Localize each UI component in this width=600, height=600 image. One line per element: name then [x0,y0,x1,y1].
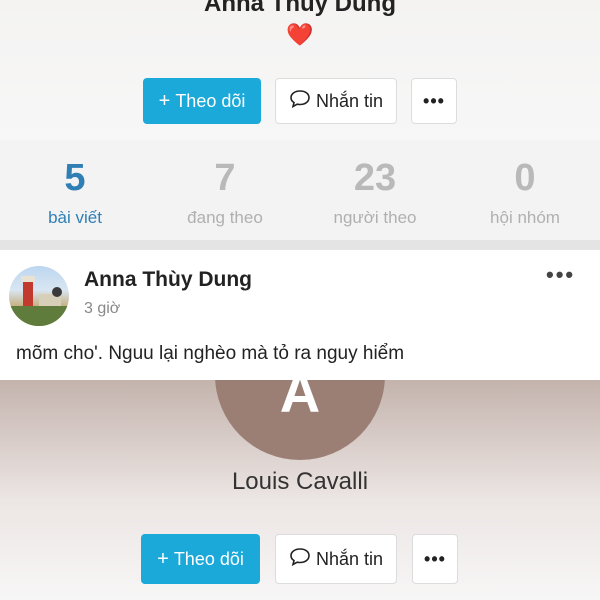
post-author-avatar[interactable] [9,266,69,326]
stat-value: 23 [353,157,397,199]
profile-stats: 5 bài viết 7 đang theo 23 người theo 0 h… [0,140,600,240]
top-profile-header: Anna Thùy Dung ❤️ + Theo dõi Nhắn tin ••… [0,0,600,140]
profile-name: Anna Thùy Dung [204,0,396,17]
chat-bubble-icon [289,89,311,114]
follow-label: Theo dõi [173,548,244,569]
follow-button[interactable]: + Theo dõi [143,78,261,124]
more-options-button[interactable]: ••• [412,534,458,584]
post-author-name[interactable]: Anna Thùy Dung [84,268,252,292]
stat-label: hội nhóm [490,208,560,227]
message-button[interactable]: Nhắn tin [275,534,397,584]
profile-avatar[interactable]: A [215,380,385,460]
post-timestamp: 3 giờ [84,300,121,317]
stat-value: 0 [514,157,536,199]
message-label: Nhắn tin [315,90,384,111]
heart-icon: ❤️ [286,22,314,47]
plus-icon: + [158,89,171,112]
message-label: Nhắn tin [315,548,384,569]
message-button[interactable]: Nhắn tin [275,78,397,124]
follow-label: Theo dõi [175,90,246,111]
more-icon: ••• [423,90,445,111]
stat-label: đang theo [187,208,263,227]
bottom-profile-header: A Louis Cavalli + Theo dõi Nhắn tin ••• [0,380,600,600]
post-more-icon[interactable]: ••• [546,262,575,288]
plus-icon: + [157,547,169,570]
stat-label: bài viết [48,208,102,227]
avatar-letter: A [279,380,321,424]
profile-name: Louis Cavalli [231,468,369,495]
stat-value: 7 [214,157,236,199]
stat-value: 5 [64,157,86,199]
stat-groups[interactable]: 0 hội nhóm [450,140,600,240]
stat-following[interactable]: 7 đang theo [150,140,300,240]
stat-followers[interactable]: 23 người theo [300,140,450,240]
follow-button[interactable]: + Theo dõi [141,534,260,584]
post-card: Anna Thùy Dung 3 giờ ••• mõm cho'. Nguu … [0,250,600,380]
more-options-button[interactable]: ••• [411,78,457,124]
section-divider [0,240,600,250]
stat-posts[interactable]: 5 bài viết [0,140,150,240]
chat-bubble-icon [289,547,311,572]
post-content: mõm cho'. Nguu lại nghèo mà tỏ ra nguy h… [16,343,405,364]
more-icon: ••• [424,548,446,569]
stat-label: người theo [333,208,417,227]
